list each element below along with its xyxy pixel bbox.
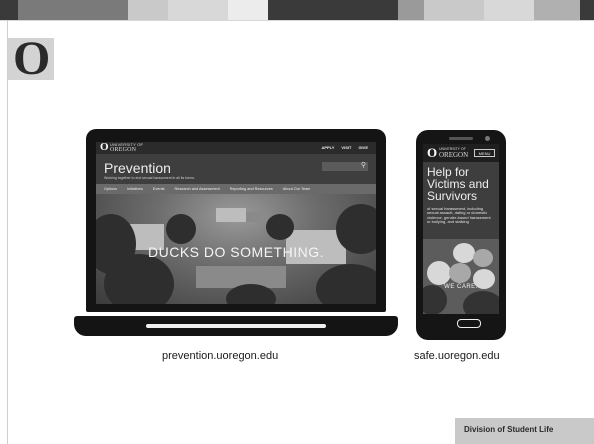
laptop-trackpad-slot (146, 324, 326, 328)
site-header-bar: O UNIVERSITY OF OREGON APPLY VISIT GIVE (96, 142, 376, 154)
phone-title: Help for Victims and Survivors (427, 165, 489, 203)
site-search-input[interactable]: ⚲ (322, 162, 368, 171)
photo-tree (166, 214, 196, 244)
top-divider (0, 20, 594, 21)
stripe-segment (580, 0, 594, 20)
give-link[interactable]: GIVE (358, 145, 368, 150)
stripe-segment (424, 0, 484, 20)
flower (427, 261, 451, 285)
phone-screen: O UNIVERSITY OF OREGON MENU Help for Vic… (423, 144, 499, 314)
hero-campus-photo: DUCKS DO SOMETHING. (96, 194, 376, 304)
search-icon[interactable]: ⚲ (361, 161, 366, 169)
phone-speaker (449, 137, 473, 140)
phone-header-bar: O UNIVERSITY OF OREGON MENU (423, 144, 499, 162)
stripe-segment (484, 0, 534, 20)
photo-building (216, 208, 246, 222)
university-o-logo: O (13, 32, 51, 85)
phone-hero-text: WE CARE. (444, 284, 478, 290)
nav-options[interactable]: Options (104, 184, 117, 194)
nav-about[interactable]: About Our Team (283, 184, 311, 194)
flower (453, 243, 475, 263)
site-top-links: APPLY VISIT GIVE (321, 145, 368, 150)
stripe-segment (0, 0, 18, 20)
photo-tree (266, 214, 294, 240)
site-nav: Options Initiatives Events Research and … (96, 184, 376, 194)
stripe-segment (398, 0, 424, 20)
photo-building (246, 212, 268, 222)
flowers-photo (423, 239, 499, 314)
site-brand[interactable]: UNIVERSITY OF OREGON (110, 143, 143, 154)
menu-button[interactable]: MENU (474, 149, 495, 157)
site-tagline: Working together to end sexual harassmen… (104, 176, 195, 180)
phone-brand[interactable]: UNIVERSITY OF OREGON (439, 147, 469, 159)
photo-tree (316, 264, 376, 304)
stripe-segment (534, 0, 580, 20)
flower (449, 263, 471, 283)
left-divider (7, 20, 8, 444)
hero-headline: DUCKS DO SOMETHING. (148, 244, 324, 260)
site-title: Prevention (104, 160, 171, 176)
stripe-segment (228, 0, 268, 20)
visit-link[interactable]: VISIT (341, 145, 351, 150)
laptop-caption: prevention.uoregon.edu (162, 350, 279, 362)
stripe-segment (18, 0, 128, 20)
nav-research[interactable]: Research and Assessment (175, 184, 220, 194)
leaf (463, 291, 499, 314)
phone-description: of sexual harassment, including sexual a… (427, 206, 491, 225)
flower (473, 249, 493, 267)
phone-brand-big: OREGON (439, 150, 469, 159)
stripe-segment (168, 0, 228, 20)
nav-initiatives[interactable]: Initiatives (127, 184, 143, 194)
stripe-segment (268, 0, 398, 20)
apply-link[interactable]: APPLY (321, 145, 334, 150)
stripe-segment (128, 0, 168, 20)
phone-caption: safe.uoregon.edu (414, 350, 500, 362)
top-stripe (0, 0, 594, 20)
phone-home-button (457, 319, 481, 328)
site-o-logo[interactable]: O (100, 142, 109, 153)
nav-reporting[interactable]: Reporting and Resources (230, 184, 273, 194)
site-brand-big: OREGON (110, 147, 137, 153)
footer-label: Division of Student Life (464, 425, 554, 434)
photo-tree (104, 254, 174, 304)
phone-camera (485, 136, 490, 141)
nav-events[interactable]: Events (153, 184, 165, 194)
phone-o-logo[interactable]: O (427, 145, 437, 161)
laptop-screen: O UNIVERSITY OF OREGON APPLY VISIT GIVE … (96, 142, 376, 304)
